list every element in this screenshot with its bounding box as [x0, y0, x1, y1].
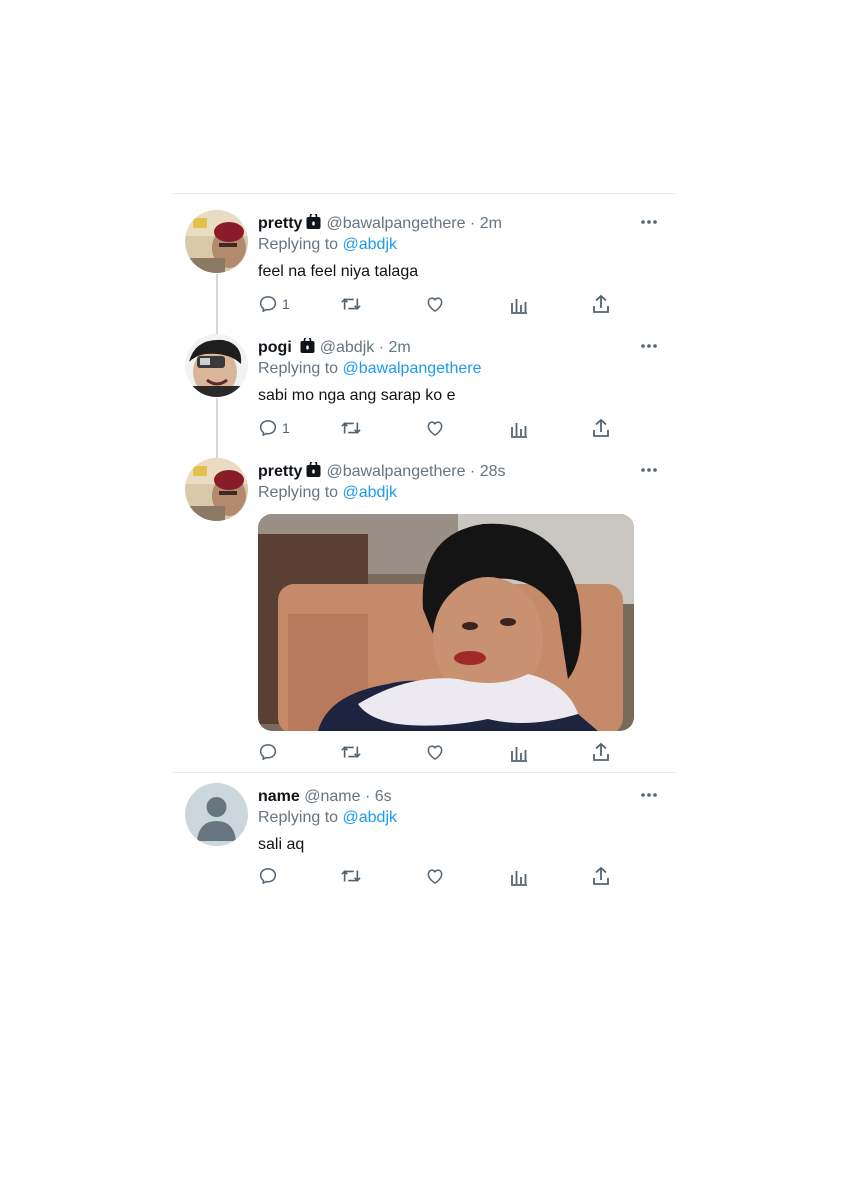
separator-dot: ·	[364, 788, 371, 805]
display-name[interactable]: pretty	[258, 215, 302, 232]
share-icon	[592, 866, 610, 886]
retweet-button[interactable]	[340, 292, 362, 316]
default-avatar-icon[interactable]	[185, 783, 248, 846]
mention-link[interactable]: @abdjk	[343, 236, 398, 253]
more-icon[interactable]	[640, 463, 658, 477]
retweet-icon	[340, 294, 362, 314]
avatar[interactable]	[185, 458, 248, 521]
retweet-button[interactable]	[340, 416, 362, 440]
reply-icon	[258, 866, 278, 886]
analytics-icon	[510, 418, 528, 438]
retweet-button[interactable]	[340, 864, 362, 888]
retweet-icon	[340, 866, 362, 886]
reply-count: 1	[282, 296, 290, 312]
tweet[interactable]: pretty @bawalpangethere · 2m Replying to …	[173, 210, 676, 320]
share-icon	[592, 742, 610, 762]
display-name[interactable]: name	[258, 788, 300, 805]
tweet-text: feel na feel niya talaga	[258, 263, 419, 280]
replying-to: Replying to @abdjk	[258, 483, 397, 503]
timestamp[interactable]: 2m	[389, 339, 411, 356]
more-icon[interactable]	[640, 788, 658, 802]
like-button[interactable]	[425, 416, 445, 440]
analytics-button[interactable]	[510, 740, 528, 764]
tweet[interactable]: name @name · 6s Replying to @abdjk sali …	[173, 783, 676, 893]
analytics-icon	[510, 742, 528, 762]
tweet-header: pretty @bawalpangethere · 2m	[258, 212, 502, 235]
lock-icon	[300, 336, 315, 359]
reply-button[interactable]	[258, 864, 278, 888]
share-button[interactable]	[592, 740, 610, 764]
tweet[interactable]: pogi @abdjk · 2m Replying to @bawalpanget…	[173, 334, 676, 444]
replying-label: Replying to	[258, 360, 339, 377]
tweet-header: pretty @bawalpangethere · 28s	[258, 460, 506, 483]
like-button[interactable]	[425, 864, 445, 888]
share-icon	[592, 418, 610, 438]
timestamp[interactable]: 6s	[375, 788, 392, 805]
analytics-icon	[510, 294, 528, 314]
replying-to: Replying to @bawalpangethere	[258, 359, 482, 379]
tweet-actions: 1	[258, 292, 638, 316]
analytics-button[interactable]	[510, 416, 528, 440]
reply-icon	[258, 294, 278, 314]
share-button[interactable]	[592, 416, 610, 440]
conversation-divider	[173, 772, 676, 773]
replying-label: Replying to	[258, 236, 339, 253]
display-name[interactable]: pretty	[258, 463, 302, 480]
user-handle[interactable]: @abdjk	[320, 339, 375, 356]
like-icon	[425, 742, 445, 762]
share-button[interactable]	[592, 864, 610, 888]
tweet[interactable]: pretty @bawalpangethere · 28s Replying to…	[173, 458, 676, 768]
timestamp[interactable]: 28s	[480, 463, 506, 480]
reply-button[interactable]	[258, 740, 278, 764]
mention-link[interactable]: @bawalpangethere	[343, 360, 482, 377]
share-button[interactable]	[592, 292, 610, 316]
more-icon[interactable]	[640, 339, 658, 353]
like-icon	[425, 866, 445, 886]
replying-label: Replying to	[258, 484, 339, 501]
timestamp[interactable]: 2m	[480, 215, 502, 232]
like-icon	[425, 418, 445, 438]
tweet-header: name @name · 6s	[258, 787, 392, 807]
reply-count: 1	[282, 420, 290, 436]
like-icon	[425, 294, 445, 314]
display-name[interactable]: pogi	[258, 339, 292, 356]
reply-button[interactable]: 1	[258, 292, 290, 316]
retweet-button[interactable]	[340, 740, 362, 764]
replying-to: Replying to @abdjk	[258, 808, 397, 828]
separator-dot: ·	[469, 215, 476, 232]
retweet-icon	[340, 418, 362, 438]
mention-link[interactable]: @abdjk	[343, 809, 398, 826]
tweet-actions	[258, 864, 638, 888]
tweet-media-image[interactable]	[258, 514, 634, 731]
tweet-header: pogi @abdjk · 2m	[258, 336, 411, 359]
analytics-button[interactable]	[510, 864, 528, 888]
like-button[interactable]	[425, 292, 445, 316]
more-icon[interactable]	[640, 215, 658, 229]
user-handle[interactable]: @name	[304, 788, 360, 805]
analytics-icon	[510, 866, 528, 886]
separator-dot: ·	[378, 339, 385, 356]
replying-to: Replying to @abdjk	[258, 235, 397, 255]
share-icon	[592, 294, 610, 314]
retweet-icon	[340, 742, 362, 762]
analytics-button[interactable]	[510, 292, 528, 316]
user-handle[interactable]: @bawalpangethere	[326, 463, 465, 480]
tweet-actions: 1	[258, 416, 638, 440]
tweet-actions	[258, 740, 638, 764]
replying-label: Replying to	[258, 809, 339, 826]
reply-button[interactable]: 1	[258, 416, 290, 440]
avatar[interactable]	[185, 334, 248, 397]
reply-icon	[258, 418, 278, 438]
mention-link[interactable]: @abdjk	[343, 484, 398, 501]
reply-icon	[258, 742, 278, 762]
avatar[interactable]	[185, 210, 248, 273]
like-button[interactable]	[425, 740, 445, 764]
lock-icon	[306, 212, 321, 235]
user-handle[interactable]: @bawalpangethere	[326, 215, 465, 232]
top-divider	[173, 193, 676, 194]
tweet-text: sabi mo nga ang sarap ko e	[258, 387, 456, 404]
separator-dot: ·	[469, 463, 476, 480]
tweet-text: sali aq	[258, 836, 305, 853]
lock-icon	[306, 460, 321, 483]
